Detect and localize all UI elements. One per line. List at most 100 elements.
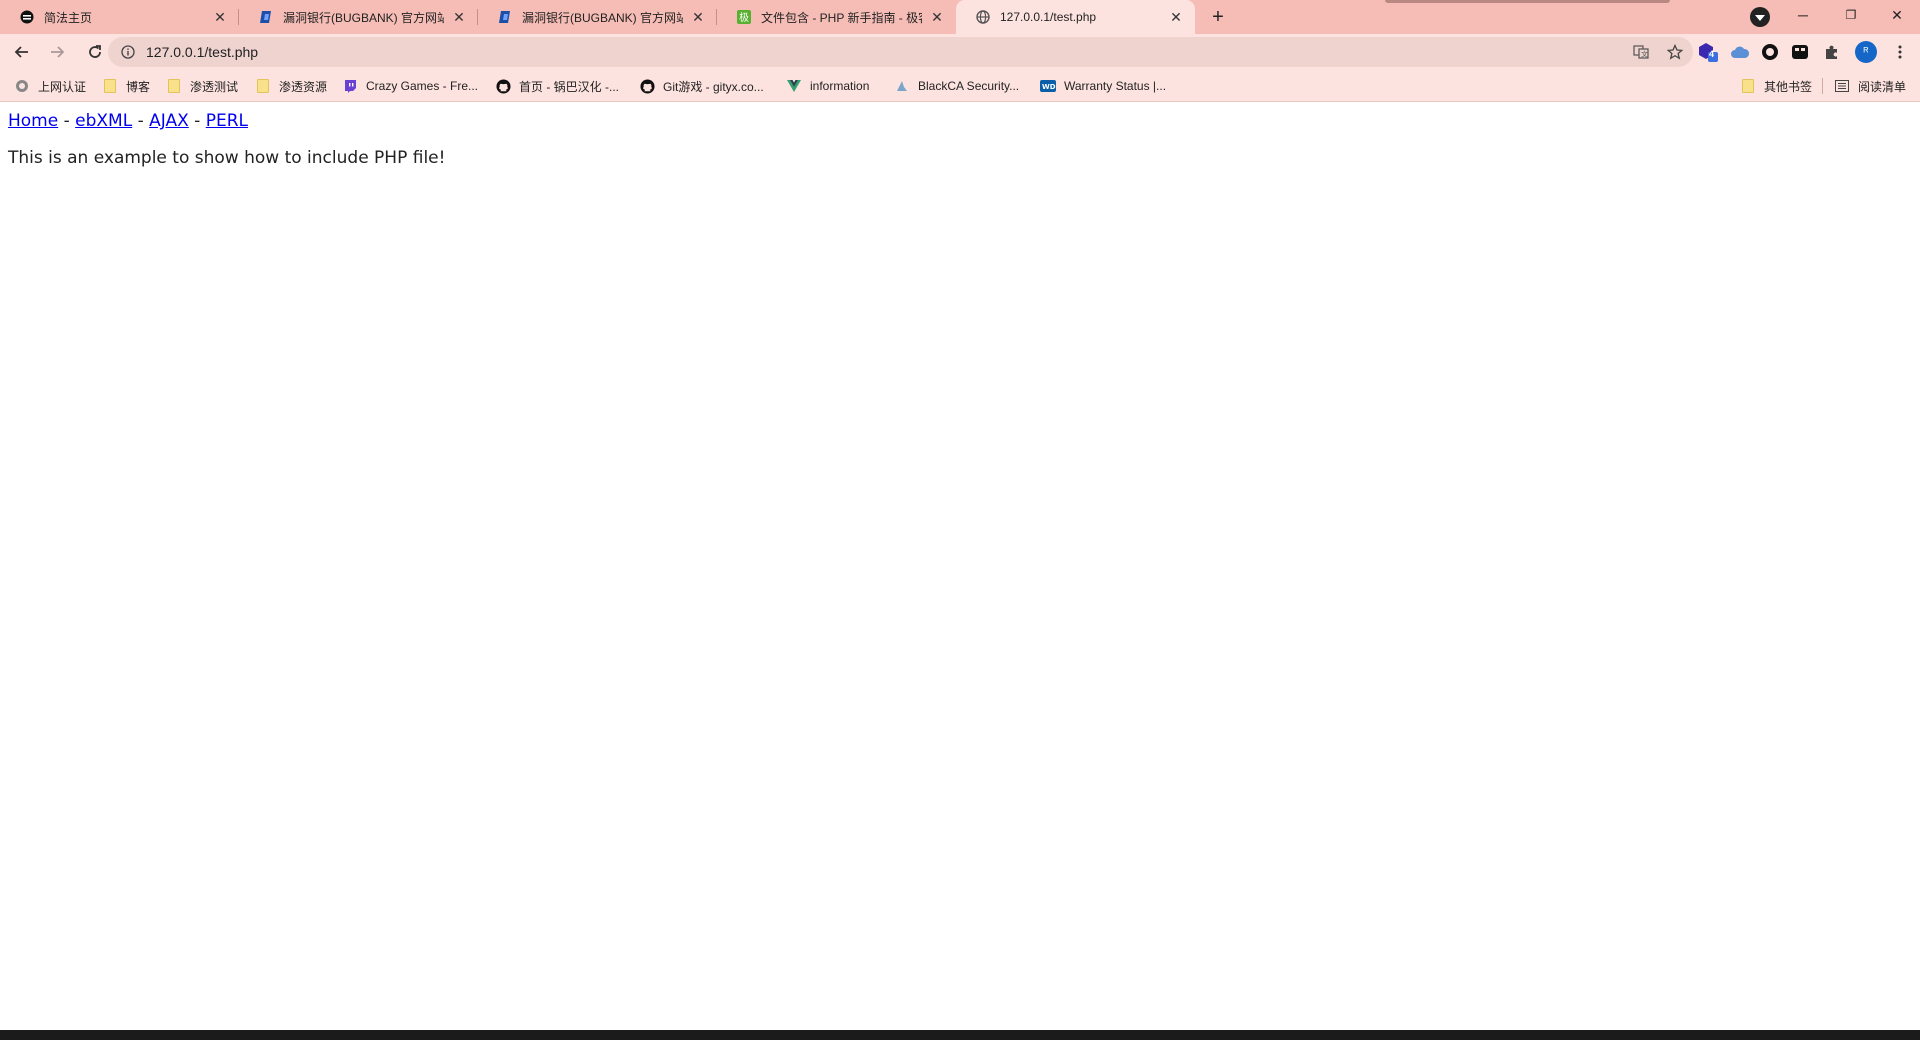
- tab-title: 漏洞银行(BUGBANK) 官方网站 |: [522, 10, 683, 25]
- bugbank-icon: [497, 9, 513, 25]
- translate-icon[interactable]: 文: [1633, 44, 1649, 65]
- cloud-icon[interactable]: [1728, 40, 1752, 64]
- other-bookmarks-label: 其他书签: [1764, 79, 1813, 94]
- folder-icon: [102, 78, 118, 94]
- tab-2[interactable]: 漏洞银行(BUGBANK) 官方网站 | ✕: [239, 0, 478, 34]
- close-icon[interactable]: ✕: [450, 8, 468, 26]
- shark-icon: [894, 78, 910, 94]
- nav-link-home[interactable]: Home: [8, 111, 58, 131]
- nav-separator: -: [58, 111, 76, 131]
- nav-link-ajax[interactable]: AJAX: [149, 111, 189, 131]
- close-window-button[interactable]: ✕: [1874, 0, 1920, 30]
- page-content: Home - ebXML - AJAX - PERL This is an ex…: [0, 103, 1920, 1030]
- browser-toolbar: 127.0.0.1/test.php 文: [0, 34, 1920, 70]
- window-drag-indicator: [1385, 0, 1670, 3]
- tab-5-active[interactable]: 127.0.0.1/test.php ✕: [956, 0, 1195, 34]
- bookmark-item[interactable]: Git游戏 - gityx.co...: [639, 70, 764, 102]
- nav-link-perl[interactable]: PERL: [206, 111, 248, 131]
- tab-title: 漏洞银行(BUGBANK) 官方网站 |: [283, 10, 444, 25]
- extension-badge: 4: [1709, 49, 1715, 59]
- profile-initial: ᴿ: [1855, 41, 1877, 63]
- other-bookmarks-folder[interactable]: 其他书签: [1740, 70, 1812, 102]
- folder-icon: [255, 78, 271, 94]
- tab-title: 文件包含 - PHP 新手指南 - 极客: [761, 10, 922, 25]
- bookmark-folder[interactable]: 博客: [102, 70, 150, 102]
- address-bar[interactable]: 127.0.0.1/test.php 文: [108, 37, 1693, 67]
- profile-avatar[interactable]: ᴿ: [1854, 40, 1878, 64]
- page-nav: Home - ebXML - AJAX - PERL: [8, 111, 248, 131]
- bookmark-label: 博客: [126, 79, 151, 94]
- puzzle-extensions-icon[interactable]: [1820, 40, 1844, 64]
- dashboard-extension-icon[interactable]: [1788, 40, 1812, 64]
- svg-text:文: 文: [1641, 50, 1648, 59]
- folder-icon: [1740, 78, 1756, 94]
- taskbar-edge: [0, 1030, 1920, 1040]
- bookmark-item[interactable]: WD Warranty Status |...: [1040, 70, 1166, 102]
- globe-icon: [975, 9, 991, 25]
- shield-icon: [19, 9, 35, 25]
- bookmark-label: 上网认证: [38, 79, 87, 94]
- bookmark-item[interactable]: information: [786, 70, 869, 102]
- bookmark-label: Crazy Games - Fre...: [366, 79, 479, 93]
- jike-icon: 极: [736, 9, 752, 25]
- nav-separator: -: [132, 111, 150, 131]
- bookmarks-bar: 上网认证 博客 渗透测试 渗透资源 Crazy Games - Fre... 首…: [0, 70, 1920, 102]
- bookmark-label: information: [810, 79, 870, 93]
- nav-link-ebxml[interactable]: ebXML: [75, 111, 132, 131]
- svg-text:极: 极: [739, 11, 749, 24]
- tab-search-icon[interactable]: [1750, 7, 1770, 27]
- minimize-button[interactable]: ─: [1780, 0, 1826, 30]
- reading-list-label: 阅读清单: [1858, 79, 1907, 94]
- bookmark-item[interactable]: BlackCA Security...: [894, 70, 1019, 102]
- close-icon[interactable]: ✕: [1167, 8, 1185, 26]
- new-tab-button[interactable]: +: [1201, 0, 1235, 34]
- tab-1[interactable]: 简法主页 ✕: [0, 0, 239, 34]
- tab-4[interactable]: 极 文件包含 - PHP 新手指南 - 极客 ✕: [717, 0, 956, 34]
- bookmark-label: Git游戏 - gityx.co...: [663, 79, 764, 94]
- reload-icon: [89, 45, 101, 58]
- wd-icon: WD: [1040, 78, 1056, 94]
- close-icon[interactable]: ✕: [689, 8, 707, 26]
- folder-icon: [166, 78, 182, 94]
- bookmark-item[interactable]: Crazy Games - Fre...: [342, 70, 478, 102]
- forward-button[interactable]: [42, 36, 74, 68]
- close-icon[interactable]: ✕: [928, 8, 946, 26]
- svg-text:WD: WD: [1042, 83, 1056, 91]
- back-button[interactable]: [5, 36, 37, 68]
- bookmark-star-icon[interactable]: [1666, 43, 1684, 65]
- bookmark-label: 渗透测试: [190, 79, 239, 94]
- reload-button[interactable]: [79, 36, 111, 68]
- bugbank-icon: [258, 9, 274, 25]
- reading-list-icon: [1834, 78, 1850, 94]
- bookmark-folder[interactable]: 渗透资源: [255, 70, 327, 102]
- bookmark-folder[interactable]: 渗透测试: [166, 70, 238, 102]
- site-info-icon[interactable]: [120, 44, 136, 60]
- menu-kebab-icon[interactable]: [1888, 40, 1912, 64]
- maximize-button[interactable]: ❐: [1828, 0, 1874, 30]
- bookmark-label: 首页 - 锅巴汉化 -...: [519, 79, 619, 94]
- twitch-icon: [342, 78, 358, 94]
- body-text: This is an example to show how to includ…: [8, 148, 446, 168]
- arrow-left-icon: [14, 46, 28, 58]
- tab-3[interactable]: 漏洞银行(BUGBANK) 官方网站 | ✕: [478, 0, 717, 34]
- bookmark-label: 渗透资源: [279, 79, 328, 94]
- bookmark-item[interactable]: 上网认证: [14, 70, 86, 102]
- bookmark-item[interactable]: 首页 - 锅巴汉化 -...: [495, 70, 619, 102]
- tab-title: 简法主页: [44, 10, 93, 25]
- close-icon[interactable]: ✕: [211, 8, 229, 26]
- bookmark-label: BlackCA Security...: [918, 79, 1020, 93]
- bookmark-label: Warranty Status |...: [1064, 79, 1167, 93]
- nav-separator: -: [188, 111, 206, 131]
- github-icon: [495, 78, 511, 94]
- vue-icon: [786, 78, 802, 94]
- globe-icon: [14, 78, 30, 94]
- tab-title: 127.0.0.1/test.php: [1000, 10, 1097, 24]
- ring-extension-icon[interactable]: [1758, 40, 1782, 64]
- arrow-right-icon: [51, 46, 65, 58]
- reading-list-button[interactable]: 阅读清单: [1834, 70, 1906, 102]
- url-text[interactable]: 127.0.0.1/test.php: [146, 44, 258, 60]
- extension-hexagon-icon[interactable]: 4: [1696, 40, 1720, 64]
- github-icon: [639, 78, 655, 94]
- bookmarks-divider: [1822, 78, 1823, 94]
- tab-strip: 简法主页 ✕ 漏洞银行(BUGBANK) 官方网站 | ✕ 漏洞银行(BUGBA…: [0, 0, 1920, 34]
